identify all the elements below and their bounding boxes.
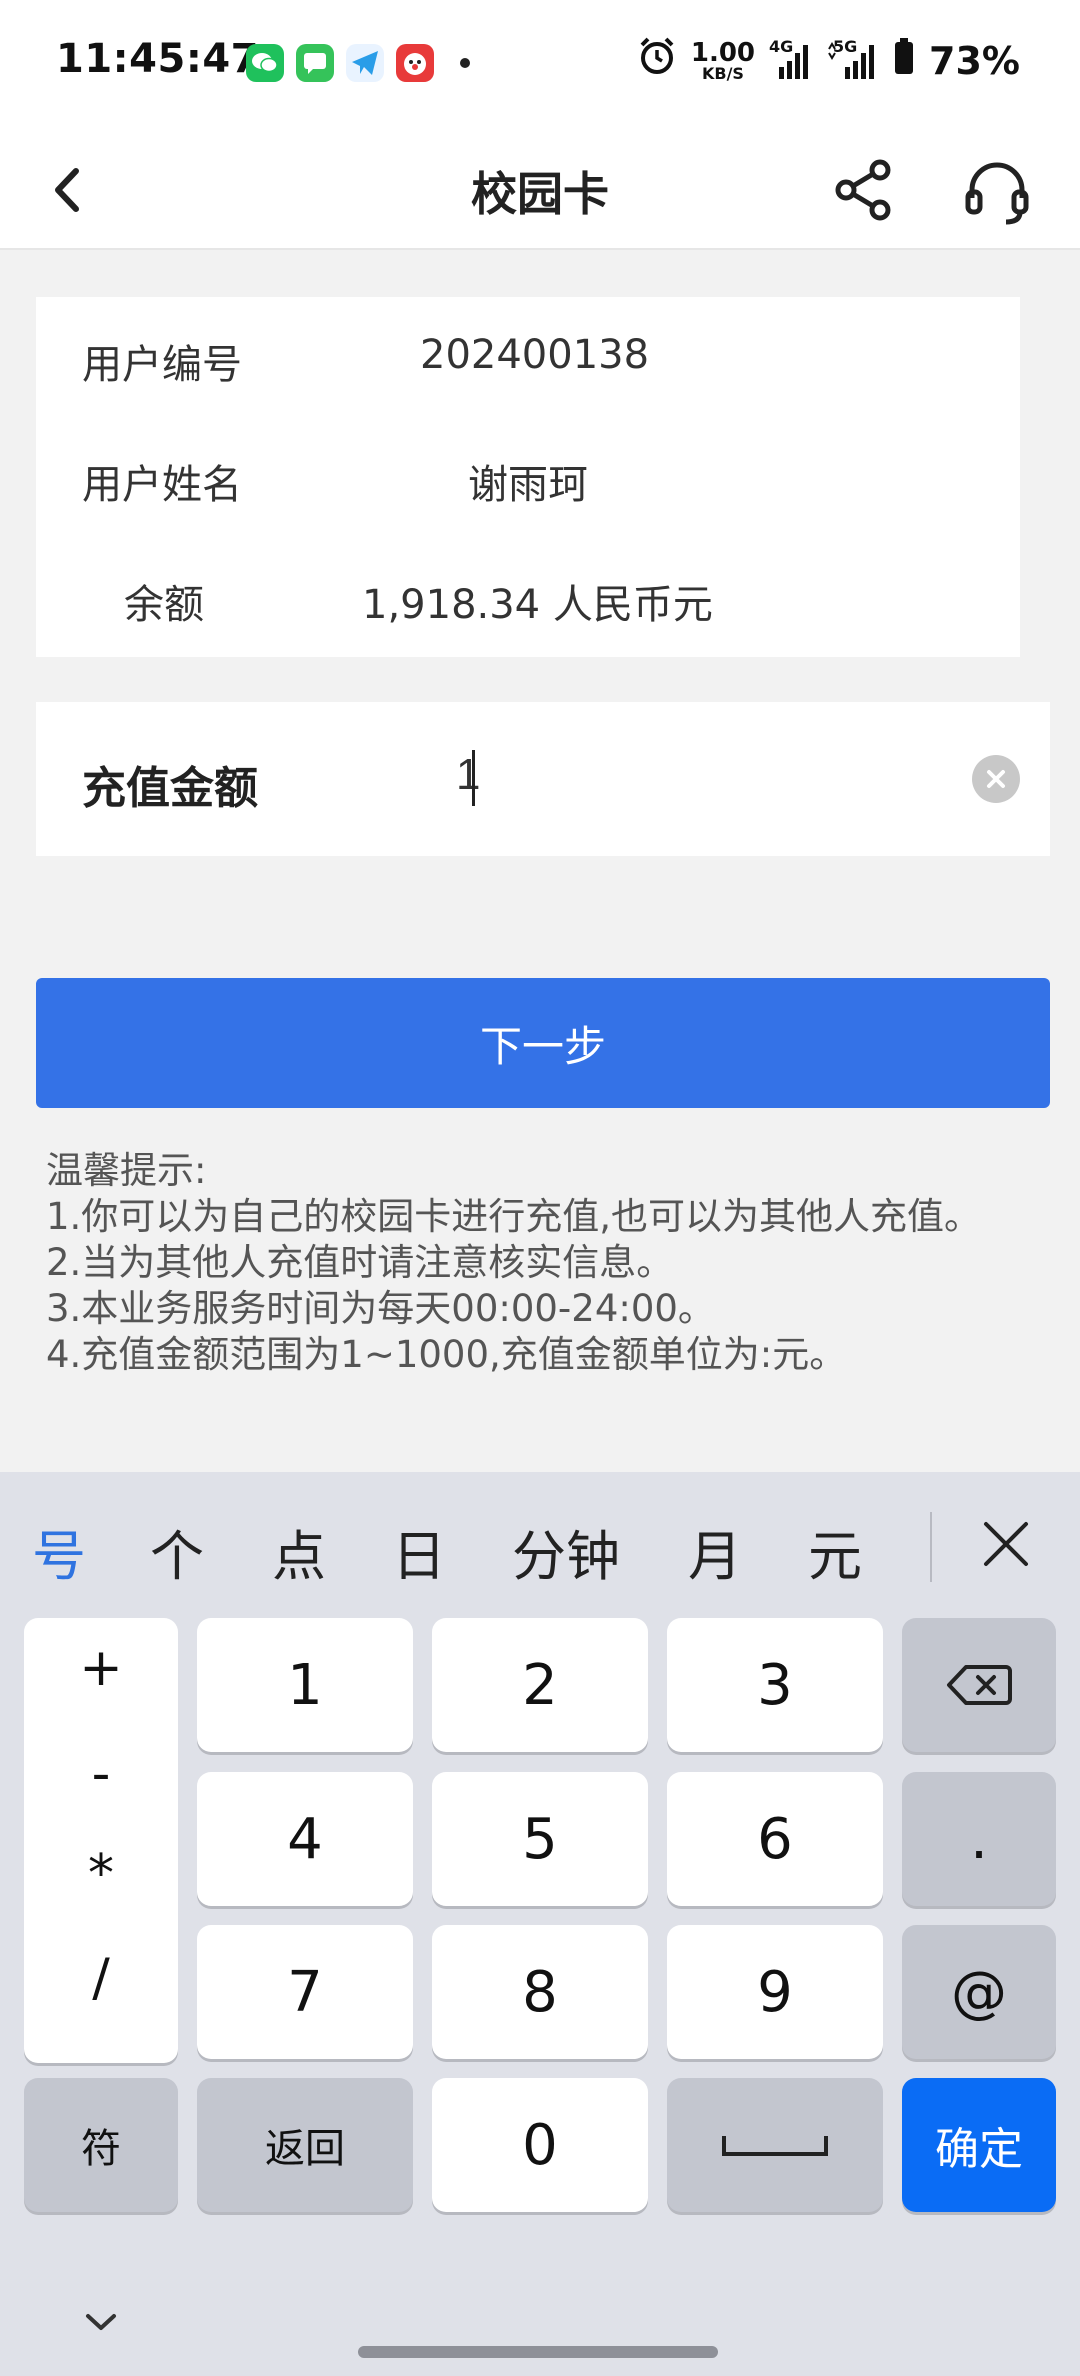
- confirm-key[interactable]: 确定: [902, 2078, 1056, 2212]
- net-speed-unit: KB/S: [701, 63, 744, 83]
- tip-line-1: 1.你可以为自己的校园卡进行充值,也可以为其他人充值。: [46, 1195, 982, 1238]
- recharge-amount-label: 充值金额: [82, 763, 258, 814]
- symbol-multiply-key[interactable]: *: [24, 1844, 178, 1904]
- tips-title: 温馨提示:: [46, 1149, 207, 1192]
- net-speed: 1.00 KB/S: [691, 40, 755, 82]
- close-icon: [984, 1522, 1028, 1566]
- space-bar-icon: [722, 2136, 828, 2156]
- recharge-amount-row: 充值金额 1: [36, 702, 1050, 856]
- notification-icons: [246, 44, 470, 82]
- tip-line-3: 3.本业务服务时间为每天00:00-24:00。: [46, 1287, 715, 1330]
- at-key[interactable]: @: [902, 1925, 1056, 2059]
- symbol-switch-key[interactable]: 符: [24, 2078, 178, 2212]
- close-keyboard-button[interactable]: [976, 1514, 1036, 1574]
- status-bar: 11:45:47 1.00 KB/S 4G 5G 73%: [0, 0, 1080, 130]
- dot-key[interactable]: .: [902, 1772, 1056, 1906]
- share-button[interactable]: [832, 158, 896, 222]
- tips-section: 温馨提示: 1.你可以为自己的校园卡进行充值,也可以为其他人充值。 2.当为其他…: [46, 1148, 1046, 1378]
- more-notifications-dot: [460, 58, 470, 68]
- tip-line-4: 4.充值金额范围为1~1000,充值金额单位为:元。: [46, 1333, 847, 1376]
- text-caret: [472, 750, 475, 806]
- space-key[interactable]: [667, 2078, 883, 2212]
- chevron-down-icon: [86, 2314, 116, 2330]
- recharge-amount-input[interactable]: 1: [456, 744, 956, 814]
- net-speed-value: 1.00: [690, 37, 756, 68]
- tip-line-2: 2.当为其他人充值时请注意核实信息。: [46, 1241, 674, 1284]
- key-4[interactable]: 4: [197, 1772, 413, 1906]
- symbol-column[interactable]: + - * /: [24, 1618, 178, 2063]
- user-name-label: 用户姓名: [82, 462, 242, 508]
- next-step-button[interactable]: 下一步: [36, 978, 1050, 1108]
- messages-icon: [296, 44, 334, 82]
- home-indicator[interactable]: [358, 2346, 718, 2358]
- key-7[interactable]: 7: [197, 1925, 413, 2059]
- close-icon: [987, 770, 1005, 788]
- key-1[interactable]: 1: [197, 1618, 413, 1752]
- clown-app-icon: [396, 44, 434, 82]
- user-name-value: 谢雨珂: [468, 462, 588, 508]
- key-5[interactable]: 5: [432, 1772, 648, 1906]
- key-9[interactable]: 9: [667, 1925, 883, 2059]
- key-0[interactable]: 0: [432, 2078, 648, 2212]
- clear-input-button[interactable]: [972, 755, 1020, 803]
- key-2[interactable]: 2: [432, 1618, 648, 1752]
- app-header: 校园卡: [0, 130, 1080, 250]
- signal-4g-icon: 4G: [769, 37, 813, 81]
- suggestion-item[interactable]: 月: [688, 1512, 742, 1591]
- numeric-keyboard: 号 个 点 日 分钟 月 元 + - * / 1 2 3 4 5 6 . 7 8…: [0, 1472, 1080, 2376]
- user-id-value: 202400138: [420, 332, 650, 378]
- key-3[interactable]: 3: [667, 1618, 883, 1752]
- battery-icon: [893, 36, 915, 85]
- backspace-icon: [947, 1665, 1012, 1705]
- balance-label: 余额: [124, 582, 204, 628]
- symbol-slash-key[interactable]: /: [24, 1948, 178, 2008]
- suggestion-item[interactable]: 号: [32, 1512, 86, 1591]
- alarm-icon: [637, 36, 677, 85]
- card-info-panel: 用户编号 202400138 用户姓名 谢雨珂 余额 1,918.34 人民币元: [36, 297, 1020, 657]
- suggestion-item[interactable]: 个: [150, 1512, 204, 1591]
- page-title: 校园卡: [471, 167, 609, 221]
- headset-icon: [965, 162, 1029, 225]
- collapse-keyboard-button[interactable]: [76, 2302, 126, 2342]
- suggestion-item[interactable]: 元: [808, 1512, 862, 1591]
- user-id-label: 用户编号: [82, 342, 242, 388]
- suggestion-item[interactable]: 点: [272, 1512, 326, 1591]
- suggestion-divider: [930, 1512, 932, 1582]
- battery-percent: 73%: [929, 38, 1020, 83]
- status-indicators: 1.00 KB/S 4G 5G 73%: [637, 36, 1020, 85]
- return-key[interactable]: 返回: [197, 2078, 413, 2212]
- telegram-icon: [346, 44, 384, 82]
- backspace-key[interactable]: [902, 1618, 1056, 1752]
- status-time: 11:45:47: [56, 36, 259, 82]
- symbol-minus-key[interactable]: -: [24, 1744, 178, 1804]
- wechat-icon: [246, 44, 284, 82]
- suggestion-bar: 号 个 点 日 分钟 月 元: [0, 1472, 1080, 1622]
- balance-value: 1,918.34 人民币元: [362, 582, 713, 628]
- key-8[interactable]: 8: [432, 1925, 648, 2059]
- signal-5g-icon: 5G: [827, 37, 879, 81]
- symbol-plus-key[interactable]: +: [24, 1638, 178, 1698]
- share-icon: [835, 159, 891, 221]
- key-6[interactable]: 6: [667, 1772, 883, 1906]
- suggestion-item[interactable]: 分钟: [512, 1512, 620, 1591]
- suggestion-item[interactable]: 日: [392, 1512, 446, 1591]
- customer-service-button[interactable]: [962, 158, 1032, 228]
